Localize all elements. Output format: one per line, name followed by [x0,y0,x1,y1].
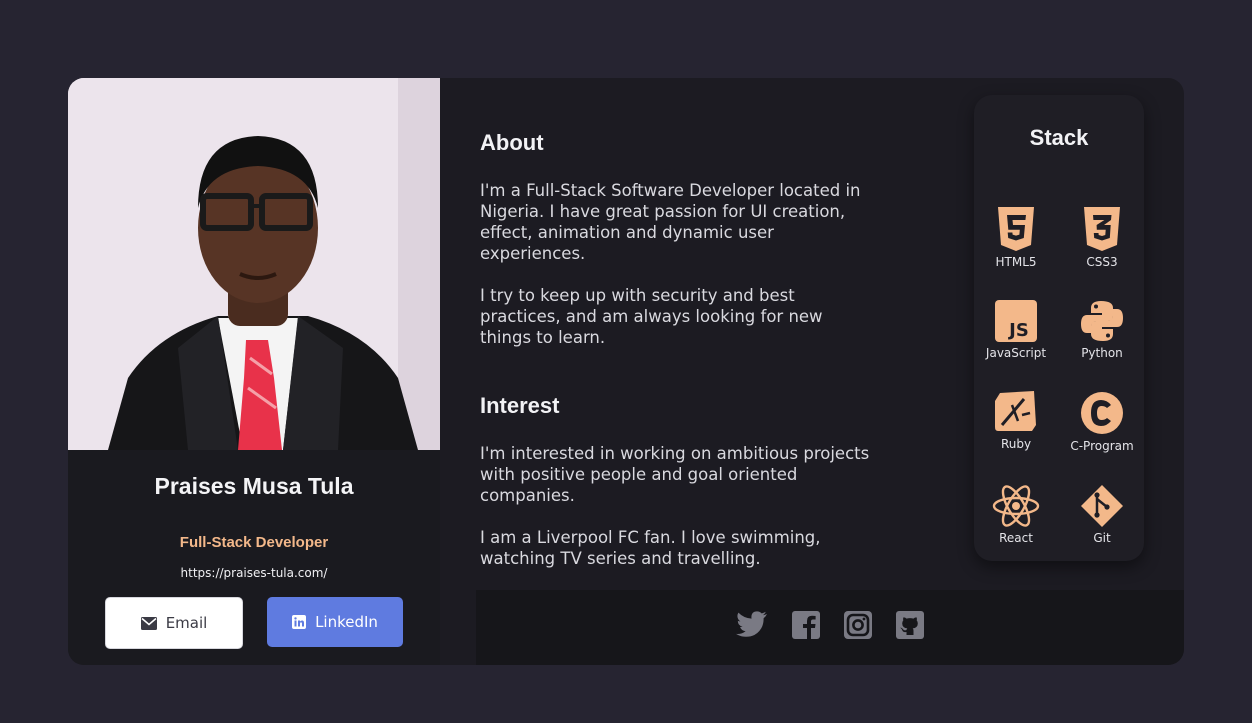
stack-item-label: Git [1093,531,1111,545]
profile-photo [68,78,440,450]
linkedin-button[interactable]: LinkedIn [267,597,403,647]
stack-item-label: CSS3 [1086,255,1118,269]
stack-item-css3: CSS3 [1060,207,1144,269]
email-button-label: Email [165,614,208,632]
about-heading: About [480,130,544,155]
stack-item-label: HTML5 [995,255,1037,269]
interest-paragraph-2: I am a Liverpool FC fan. I love swimming… [480,528,821,568]
stack-item-git: Git [1060,485,1144,545]
react-icon [974,485,1058,527]
interest-paragraph-1: I'm interested in working on ambitious p… [480,444,870,505]
stack-item-ruby: Ruby [974,391,1058,451]
stack-item-html5: HTML5 [974,207,1058,269]
ruby-icon [974,391,1058,433]
stack-item-label: Ruby [1000,437,1032,451]
facebook-icon[interactable] [792,611,820,643]
css3-icon [1060,207,1144,251]
git-icon [1060,485,1144,527]
python-icon [1060,300,1144,342]
twitter-icon[interactable] [736,611,768,643]
about-paragraph-1: I'm a Full-Stack Software Developer loca… [480,181,861,263]
instagram-icon[interactable] [844,611,872,643]
stack-item-label: JavaScript [985,346,1047,360]
about-paragraph-2: I try to keep up with security and best … [480,286,823,347]
stack-item-label: Python [1081,346,1123,360]
linkedin-icon [292,615,307,629]
profile-name: Praises Musa Tula [154,473,354,499]
social-footer [476,590,1184,665]
stack-panel: Stack HTML5 CSS3 JS JavaScript Python Ru… [974,95,1144,561]
profile-role: Full-Stack Developer [179,534,329,551]
interest-heading: Interest [480,393,560,418]
linkedin-button-label: LinkedIn [315,613,378,631]
javascript-icon: JS [974,300,1058,342]
email-button[interactable]: Email [105,597,243,649]
stack-item-label: React [999,531,1033,545]
svg-text:JS: JS [1007,320,1029,341]
profile-url[interactable]: https://praises-tula.com/ [68,566,440,580]
profile-panel: Praises Musa Tula Full-Stack Developer h… [68,78,440,665]
stack-heading: Stack [1029,125,1089,150]
stack-item-javascript: JS JavaScript [974,300,1058,360]
envelope-icon [140,616,157,630]
c-program-icon [1060,391,1144,435]
stack-item-c-program: C-Program [1060,391,1144,453]
stack-item-label: C-Program [1070,439,1134,453]
stack-item-python: Python [1060,300,1144,360]
html5-icon [974,207,1058,251]
stack-item-react: React [974,485,1058,545]
profile-card: Praises Musa Tula Full-Stack Developer h… [68,78,1184,665]
github-icon[interactable] [896,611,924,643]
